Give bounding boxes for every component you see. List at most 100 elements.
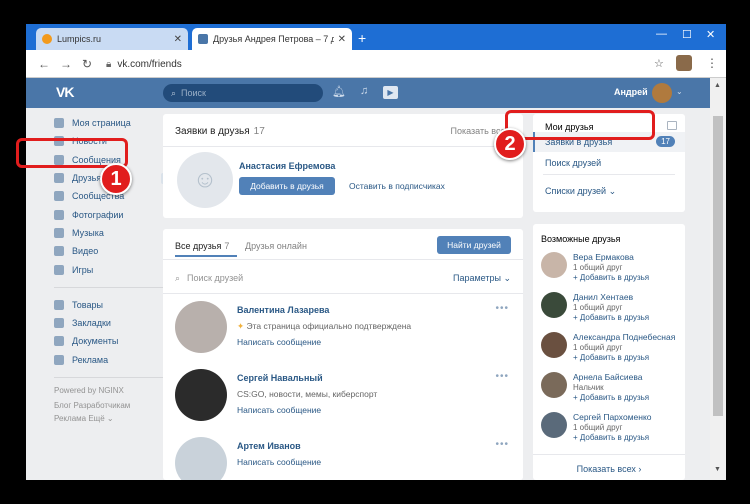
divider bbox=[163, 146, 523, 147]
friend-name[interactable]: Сергей Навальный bbox=[237, 373, 323, 383]
friend-status: ✦ Эта страница официально подтверждена bbox=[237, 321, 411, 332]
lumpics-favicon-icon bbox=[42, 34, 52, 44]
tab-vk-friends[interactable]: Друзья Андрея Петрова – 7 дру ✕ bbox=[192, 28, 352, 50]
possible-friend-name[interactable]: Арнела Байсиева bbox=[573, 372, 643, 382]
document-icon bbox=[54, 336, 64, 347]
friend-row: Сергей Навальный CS:GO, новости, мемы, к… bbox=[163, 363, 523, 431]
more-options-icon[interactable]: ••• bbox=[495, 371, 509, 382]
user-name[interactable]: Андрей bbox=[614, 87, 648, 97]
url-text: vk.com/friends bbox=[117, 58, 182, 70]
sidebar-item-label: Закладки bbox=[72, 318, 111, 329]
music-icon[interactable]: ♫ bbox=[360, 85, 368, 97]
tab-friends-online[interactable]: Друзья онлайн bbox=[245, 241, 307, 251]
avatar[interactable] bbox=[541, 412, 567, 438]
possible-friend-info: 1 общий друг bbox=[573, 303, 623, 312]
forward-icon[interactable]: → bbox=[60, 57, 72, 71]
tab-all-friends[interactable]: Все друзья 7 bbox=[175, 241, 229, 251]
friend-name[interactable]: Валентина Лазарева bbox=[237, 305, 329, 315]
requests-count: 17 bbox=[253, 126, 265, 137]
window-close-icon[interactable]: ✕ bbox=[706, 28, 715, 41]
notifications-bell-icon[interactable]: 🔔︎ bbox=[332, 85, 346, 98]
close-icon[interactable]: ✕ bbox=[174, 34, 182, 45]
vk-logo[interactable]: VK bbox=[56, 84, 74, 100]
add-friend-link[interactable]: + Добавить в друзья bbox=[573, 313, 649, 322]
avatar[interactable] bbox=[541, 372, 567, 398]
tab-lumpics[interactable]: Lumpics.ru ✕ bbox=[36, 28, 188, 50]
divider bbox=[163, 293, 523, 294]
close-icon[interactable]: ✕ bbox=[338, 34, 346, 45]
profile-avatar-icon[interactable] bbox=[676, 55, 692, 71]
friends-search-input[interactable]: ⌕ Поиск друзей bbox=[175, 273, 243, 284]
scroll-down-icon[interactable]: ▼ bbox=[714, 466, 721, 473]
parameters-dropdown[interactable]: Параметры ⌄ bbox=[453, 273, 511, 284]
scroll-up-icon[interactable]: ▲ bbox=[714, 82, 721, 89]
request-person-name[interactable]: Анастасия Ефремова bbox=[239, 161, 335, 171]
possible-friend-name[interactable]: Данил Хентаев bbox=[573, 292, 633, 302]
menu-friend-lists[interactable]: Списки друзей ⌄ bbox=[545, 186, 616, 197]
avatar[interactable] bbox=[175, 369, 227, 421]
default-avatar-icon[interactable]: ☺ bbox=[177, 152, 233, 208]
sidebar-item-label: Игры bbox=[72, 264, 94, 275]
avatar[interactable] bbox=[175, 437, 227, 480]
sidebar-item-label: Моя страница bbox=[72, 118, 131, 129]
write-message-link[interactable]: Написать сообщение bbox=[237, 405, 321, 415]
possible-friend-name[interactable]: Сергей Пархоменко bbox=[573, 412, 652, 422]
friend-status: CS:GO, новости, мемы, киберспорт bbox=[237, 389, 378, 399]
friends-search-placeholder: Поиск друзей bbox=[187, 273, 244, 283]
friend-name[interactable]: Артем Иванов bbox=[237, 441, 301, 451]
bag-icon bbox=[54, 299, 64, 310]
possible-friend-name[interactable]: Александра Поднебесная bbox=[573, 332, 675, 342]
more-options-icon[interactable]: ••• bbox=[495, 303, 509, 314]
add-friend-link[interactable]: + Добавить в друзья bbox=[573, 353, 649, 362]
camera-icon bbox=[54, 209, 64, 220]
maximize-icon[interactable]: ☐ bbox=[682, 28, 692, 41]
chevron-down-icon[interactable]: ⌄ bbox=[676, 87, 683, 96]
avatar[interactable] bbox=[175, 301, 227, 353]
tab-title: Друзья Андрея Петрова – 7 дру bbox=[213, 34, 334, 44]
requests-header: Заявки в друзья 17 bbox=[175, 126, 265, 137]
sidebar-item-label: Фотографии bbox=[72, 209, 124, 220]
music-note-icon bbox=[54, 227, 64, 238]
possible-friend-name[interactable]: Вера Ермакова bbox=[573, 252, 634, 262]
url-field[interactable]: 🔒︎ vk.com/friends bbox=[106, 54, 606, 74]
scroll-thumb[interactable] bbox=[713, 116, 723, 416]
gamepad-icon bbox=[54, 264, 64, 275]
avatar[interactable] bbox=[541, 332, 567, 358]
home-icon bbox=[54, 118, 64, 129]
search-input[interactable]: ⌕ Поиск bbox=[163, 84, 323, 102]
write-message-link[interactable]: Написать сообщение bbox=[237, 337, 321, 347]
back-icon[interactable]: ← bbox=[38, 57, 50, 71]
add-friend-link[interactable]: + Добавить в друзья bbox=[573, 273, 649, 282]
user-icon bbox=[54, 173, 64, 184]
requests-badge: 17 bbox=[656, 136, 675, 147]
avatar[interactable] bbox=[541, 252, 567, 278]
add-friend-link[interactable]: + Добавить в друзья bbox=[573, 433, 649, 442]
friend-row: Артем Иванов Написать сообщение ••• bbox=[163, 431, 523, 480]
write-message-link[interactable]: Написать сообщение bbox=[237, 457, 321, 467]
add-friend-link[interactable]: + Добавить в друзья bbox=[573, 393, 649, 402]
scrollbar[interactable]: ▲ ▼ bbox=[710, 78, 726, 480]
step-1-marker: 1 bbox=[100, 163, 132, 195]
add-friend-button[interactable]: Добавить в друзья bbox=[239, 177, 335, 195]
tab-strip: Lumpics.ru ✕ Друзья Андрея Петрова – 7 д… bbox=[26, 24, 726, 50]
menu-find-friends[interactable]: Поиск друзей bbox=[545, 158, 601, 168]
possible-friend-info: Нальчик bbox=[573, 383, 604, 392]
show-all-possible-link[interactable]: Показать всех › bbox=[533, 464, 685, 474]
sidebar-item-label: Товары bbox=[72, 299, 103, 310]
find-friends-button[interactable]: Найти друзей bbox=[437, 236, 511, 254]
keep-subscriber-button[interactable]: Оставить в подписчиках bbox=[349, 181, 445, 191]
more-options-icon[interactable]: ••• bbox=[495, 439, 509, 450]
megaphone-icon bbox=[54, 354, 64, 365]
bookmark-star-icon[interactable]: ☆ bbox=[654, 57, 664, 70]
sidebar-item-label: Документы bbox=[72, 336, 119, 347]
reload-icon[interactable]: ↻ bbox=[82, 57, 92, 71]
avatar[interactable] bbox=[541, 292, 567, 318]
minimize-icon[interactable]: — bbox=[656, 28, 667, 40]
calendar-icon[interactable] bbox=[667, 121, 677, 130]
sidebar-item-label: Музыка bbox=[72, 227, 104, 238]
avatar[interactable] bbox=[652, 83, 672, 103]
new-tab-icon[interactable]: + bbox=[358, 30, 366, 46]
search-icon: ⌕ bbox=[175, 273, 181, 283]
browser-menu-icon[interactable]: ⋮ bbox=[706, 56, 718, 70]
play-icon[interactable]: ▶ bbox=[383, 86, 398, 99]
